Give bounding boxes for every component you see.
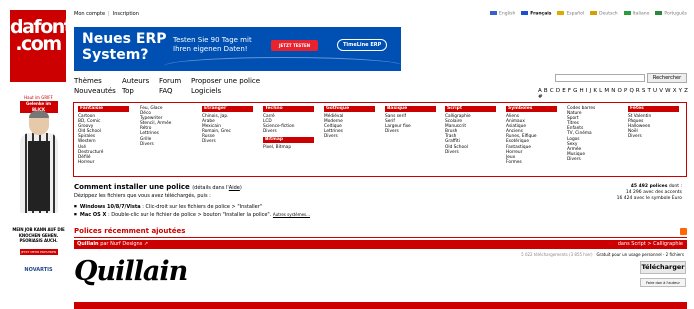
category-link[interactable]: Horreur <box>78 160 129 165</box>
dafont-logo[interactable]: dafont .com <box>10 10 73 82</box>
category-column: Basique Sans serif Serif Largeur fixe Divers <box>385 106 436 134</box>
flag-icon <box>557 11 565 15</box>
font-author[interactable]: par Nurf Designs <box>99 241 142 247</box>
category-header[interactable]: Basique <box>385 106 436 112</box>
category-link[interactable]: Divers <box>567 157 595 162</box>
banner-cta-button[interactable]: JETZT TESTEN <box>271 40 319 51</box>
download-button[interactable]: Télécharger <box>640 261 686 274</box>
category-column: Fêtes St Valentin Pâques Halloween Noël Diver… <box>628 106 679 139</box>
category-column: Codes barres Nature Sport Titres Enfants TV, … <box>567 106 595 162</box>
language-0[interactable]: English <box>490 11 515 17</box>
font-header-bar: Quillain par Nurf Designs ↗ dans Script … <box>74 240 687 249</box>
other-systems-link[interactable]: Autres systèmes... <box>273 212 310 217</box>
search-form: Rechercher <box>555 73 687 83</box>
category-header[interactable]: Techno <box>263 106 314 112</box>
recent-fonts-header: Polices récemment ajoutées <box>74 227 687 238</box>
category-link[interactable]: Divers <box>385 129 436 134</box>
nav-software[interactable]: Logiciels <box>191 86 221 96</box>
main-navigation: Thèmes Auteurs Forum Proposer une police… <box>74 76 260 96</box>
flag-icon <box>623 11 631 15</box>
download-info: 5 022 téléchargements (3 855 hier) Gratu… <box>521 252 684 257</box>
category-column: Techno Carré LCD Science-fiction Divers Bitma… <box>263 106 314 150</box>
install-title: Comment installer une police (détails da… <box>74 183 242 191</box>
category-column: Fantaisie Cartoon BD, Comic Groovy Old Schoo… <box>78 106 129 165</box>
ad-caption: MEIN JOB KANN AUF DIE KNOCHEN GEHEN. PSO… <box>12 227 65 243</box>
nav-top[interactable]: Top <box>122 86 159 96</box>
category-header[interactable]: Bitmap <box>263 137 314 144</box>
euro-count: 16 424 avec le symbole Euro <box>616 196 682 201</box>
category-link[interactable]: Formes <box>506 160 557 165</box>
ad-badge: Haut im GRIFF Gelenke im BLICK <box>11 95 66 113</box>
search-button[interactable]: Rechercher <box>647 73 687 83</box>
language-switcher: English Français Español Deutsch Italiano Por… <box>490 11 687 17</box>
category-column: Etranger Chinois, Jap. Arabe Mexicain Romain… <box>202 106 253 145</box>
category-column: Feu, Glace Déco Typewriter Stencil, Armée Ré… <box>140 106 171 147</box>
category-column: Script Calligraphie Scolaire Manuscrit Brush… <box>445 106 496 155</box>
my-account-link[interactable]: Mon compte <box>74 11 105 17</box>
font-stats: 45 492 polices dont : 14 296 avec des ac… <box>616 184 682 201</box>
category-link[interactable]: Divers <box>445 150 496 155</box>
search-input[interactable] <box>555 74 645 82</box>
nav-submit-font[interactable]: Proposer une police <box>191 76 260 86</box>
category-link[interactable]: Pixel, Bitmap <box>263 145 314 150</box>
category-link[interactable]: Divers <box>324 134 375 139</box>
flag-icon <box>590 11 598 15</box>
install-instructions: Comment installer une police (détails da… <box>74 183 310 219</box>
flag-icon <box>655 11 663 15</box>
font-count: 45 492 polices <box>630 184 668 189</box>
category-column: Symboles Aliens Animaux Asiatique Anciens Run… <box>506 106 557 165</box>
flag-icon <box>521 11 529 15</box>
help-link[interactable]: Aide <box>229 185 240 191</box>
banner-title: Neues ERP System? <box>82 31 167 63</box>
rss-icon[interactable] <box>680 228 687 235</box>
category-header[interactable]: Script <box>445 106 496 112</box>
category-link[interactable]: Divers <box>140 142 171 147</box>
category-header[interactable]: Etranger <box>202 106 253 112</box>
category-column: Gothique Médiéval Moderne Celtique Lettrines… <box>324 106 375 139</box>
logo-text-com: .com <box>15 33 62 55</box>
novartis-logo: NOVARTIS <box>24 266 53 273</box>
ad-person-image <box>15 111 63 221</box>
timeline-erp-logo: TimeLine ERP <box>337 39 388 51</box>
donate-button[interactable]: Faire don à l'auteur <box>640 278 686 287</box>
ad-more-button[interactable]: JETZT MEHR ERFAHREN <box>19 248 58 255</box>
category-link[interactable]: Divers <box>628 134 679 139</box>
nav-forum[interactable]: Forum <box>159 76 191 86</box>
font-category[interactable]: dans Script > Calligraphie <box>618 240 683 249</box>
external-link-icon: ↗ <box>143 241 149 247</box>
nav-new[interactable]: Nouveautés <box>74 86 122 96</box>
flag-icon <box>490 11 498 15</box>
side-advertisement[interactable]: Haut im GRIFF Gelenke im BLICK MEIN JOB … <box>11 95 66 300</box>
erp-banner-ad[interactable]: Neues ERP System? Testen Sie 90 Tage mit… <box>74 27 401 71</box>
category-link[interactable]: Divers <box>202 139 253 144</box>
account-links: Mon compte | Inscription <box>74 11 139 17</box>
next-font-header-bar <box>74 302 687 309</box>
category-link[interactable]: TV, Cinéma <box>567 131 595 136</box>
banner-text: Testen Sie 90 Tage mit Ihren eigenen Dat… <box>173 36 252 53</box>
category-header[interactable]: Symboles <box>506 106 557 112</box>
category-header[interactable]: Fêtes <box>628 106 679 112</box>
alphabet-index[interactable]: A B C D E F G H I J K L M N O P Q R S T … <box>538 88 694 100</box>
nav-faq[interactable]: FAQ <box>159 86 191 96</box>
font-preview-sample[interactable]: Quillain <box>74 256 188 287</box>
install-subtitle: Dézippez les fichiers que vous avez télé… <box>74 193 211 199</box>
nav-themes[interactable]: Thèmes <box>74 76 122 86</box>
language-1[interactable]: Français <box>521 11 551 17</box>
recent-fonts-title: Polices récemment ajoutées <box>74 227 186 235</box>
font-name-link[interactable]: Quillain <box>77 241 99 247</box>
install-windows: Windows 10/8/7/Vista : Clic-droit sur le… <box>74 203 310 211</box>
language-3[interactable]: Deutsch <box>590 11 618 17</box>
category-header[interactable]: Fantaisie <box>78 106 129 112</box>
nav-authors[interactable]: Auteurs <box>122 76 159 86</box>
category-grid: Fantaisie Cartoon BD, Comic Groovy Old Schoo… <box>73 102 687 177</box>
signup-link[interactable]: Inscription <box>113 11 139 17</box>
ad-badge-line1: Haut im GRIFF <box>24 95 53 100</box>
language-5[interactable]: Português <box>655 11 687 17</box>
install-mac: Mac OS X : Double-clic sur le fichier de… <box>74 211 310 219</box>
category-link[interactable]: Divers <box>263 129 314 134</box>
language-4[interactable]: Italiano <box>623 11 649 17</box>
language-2[interactable]: Español <box>557 11 584 17</box>
category-header[interactable]: Gothique <box>324 106 375 112</box>
